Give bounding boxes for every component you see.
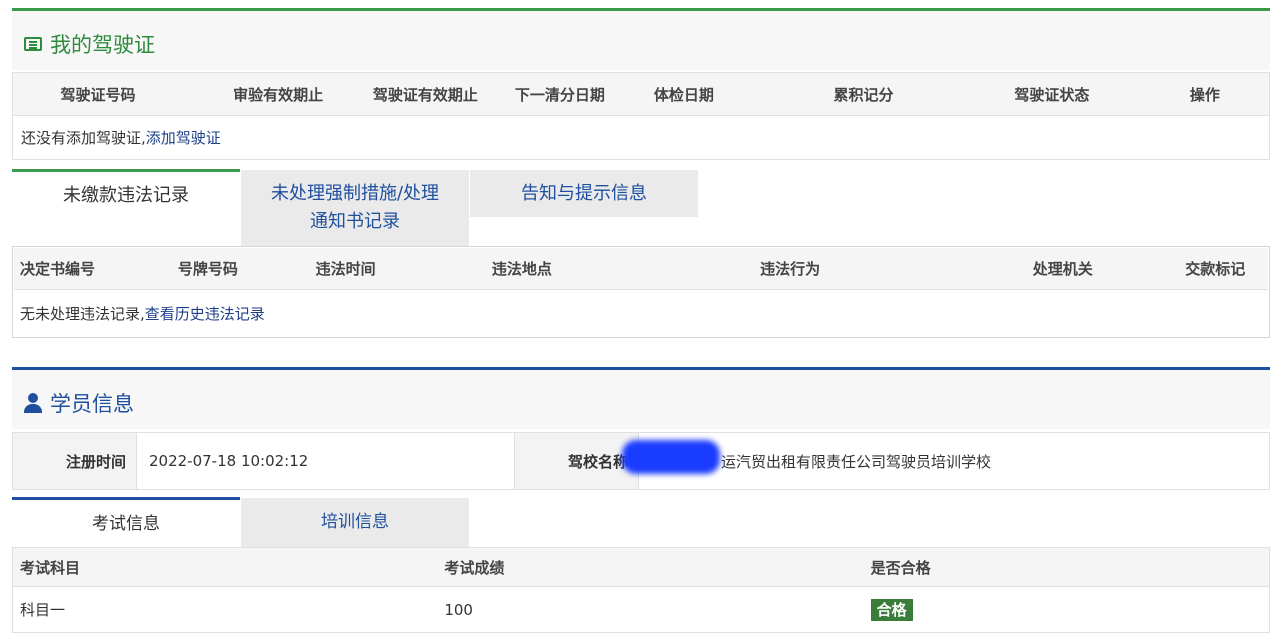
col-review-expiry: 审验有效期止 (233, 85, 324, 104)
user-icon (24, 393, 42, 413)
col-medical-date: 体检日期 (653, 85, 714, 104)
col-license-no: 驾驶证号码 (60, 85, 136, 104)
col-exam-score: 考试成绩 (444, 558, 505, 577)
col-violation-act: 违法行为 (760, 260, 821, 278)
col-license-status: 驾驶证状态 (1014, 85, 1090, 104)
violation-empty-row: 无未处理违法记录, 查看历史违法记录 (14, 291, 1268, 335)
col-operation: 操作 (1189, 85, 1220, 104)
col-payment-flag: 交款标记 (1185, 260, 1246, 278)
history-violations-link[interactable]: 查看历史违法记录 (145, 303, 265, 324)
col-points: 累积记分 (833, 85, 894, 104)
tab-exam-info[interactable]: 考试信息 (12, 497, 240, 547)
license-panel-header: 我的驾驶证 (12, 8, 1270, 70)
exam-score-cell: 100 (444, 600, 473, 619)
tab-unprocessed-measures[interactable]: 未处理强制措施/处理 通知书记录 (241, 170, 469, 246)
add-license-link[interactable]: 添加驾驶证 (146, 127, 221, 148)
pass-badge: 合格 (870, 599, 913, 621)
list-icon (24, 37, 42, 51)
violation-empty-text: 无未处理违法记录, (20, 304, 145, 323)
exam-subject-cell: 科目一 (20, 601, 66, 619)
school-name-value: 运汽贸出租有限责任公司驾驶员培训学校 (721, 452, 992, 471)
tab-notices-label: 告知与提示信息 (521, 183, 647, 204)
reg-time-label: 注册时间 (13, 433, 137, 489)
redaction-mask (622, 440, 720, 474)
tab-training-label: 培训信息 (321, 512, 389, 532)
violation-table-header: 决定书编号 号牌号码 违法时间 违法地点 违法行为 处理机关 交款标记 (14, 248, 1268, 290)
col-violation-location: 违法地点 (491, 260, 552, 278)
exam-table-header: 考试科目 考试成绩 是否合格 (12, 547, 1270, 587)
col-exam-pass: 是否合格 (870, 558, 931, 577)
tab-training-info[interactable]: 培训信息 (241, 498, 469, 547)
table-row: 科目一 100 合格 (12, 587, 1270, 633)
col-authority: 处理机关 (1032, 260, 1093, 278)
tab-exam-label: 考试信息 (92, 514, 160, 534)
school-name-label: 驾校名称 (515, 433, 639, 489)
col-license-expiry: 驾驶证有效期止 (372, 85, 478, 104)
col-decision-no: 决定书编号 (20, 260, 96, 278)
reg-time-value: 2022-07-18 10:02:12 (137, 433, 515, 489)
tab-unpaid-label: 未缴款违法记录 (63, 185, 189, 206)
tab-unprocessed-label-line1: 未处理强制措施/处理 (270, 183, 440, 204)
col-next-clear-date: 下一清分日期 (514, 85, 605, 104)
col-plate-no: 号牌号码 (177, 260, 238, 278)
tab-unpaid-violations[interactable]: 未缴款违法记录 (12, 169, 240, 245)
license-empty-row: 还没有添加驾驶证, 添加驾驶证 (12, 116, 1270, 160)
license-table-header: 驾驶证号码 审验有效期止 驾驶证有效期止 下一清分日期 体检日期 累积记分 驾驶… (12, 72, 1270, 116)
col-exam-subject: 考试科目 (20, 558, 81, 577)
col-violation-time: 违法时间 (315, 260, 376, 278)
tab-unprocessed-label-line2: 通知书记录 (310, 211, 400, 232)
student-title-text: 学员信息 (50, 392, 134, 416)
tab-notices[interactable]: 告知与提示信息 (470, 170, 698, 217)
exam-pass-cell: 合格 (863, 599, 1269, 621)
license-title-text: 我的驾驶证 (50, 33, 155, 57)
license-empty-text: 还没有添加驾驶证, (21, 129, 146, 147)
student-panel-header: 学员信息 (12, 367, 1270, 429)
student-panel-title: 学员信息 (24, 388, 134, 418)
license-panel-title: 我的驾驶证 (24, 29, 155, 59)
